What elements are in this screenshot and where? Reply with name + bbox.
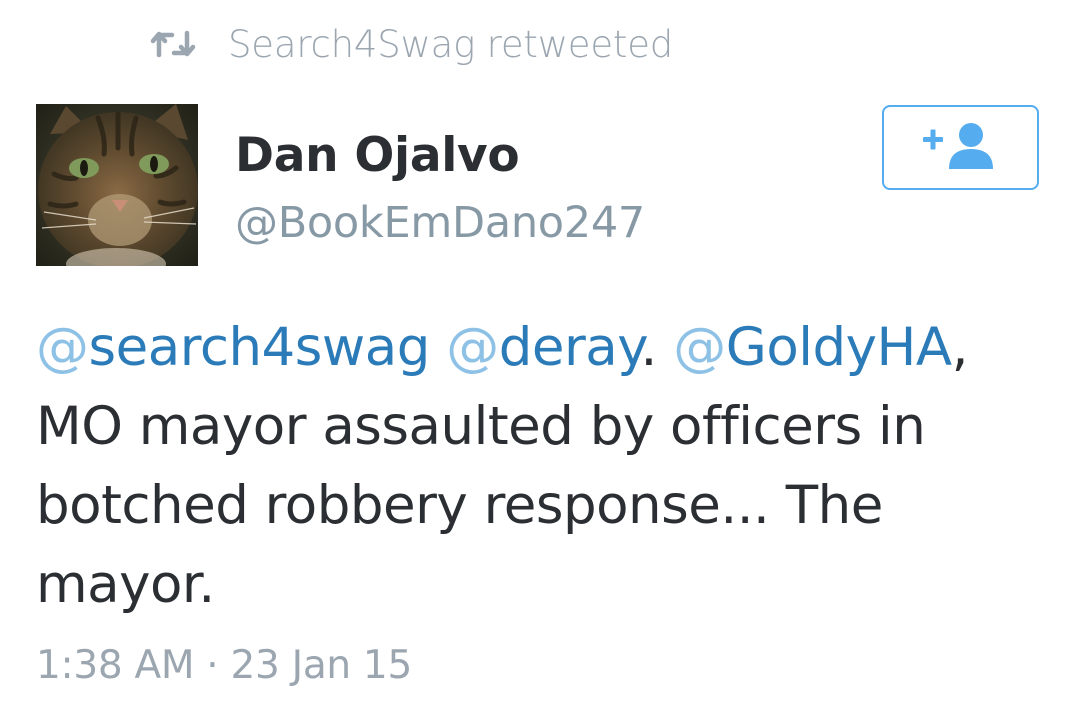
tweet-line: MO mayor assaulted by officers in [36,396,926,457]
follow-button[interactable] [882,105,1039,190]
tweet-line-mentions: @search4swag @deray. @GoldyHA, [36,317,968,378]
tweet-timestamp[interactable]: 1:38 AM · 23 Jan 15 [36,643,412,688]
author-display-name[interactable]: Dan Ojalvo [235,128,520,183]
tweet-line: mayor. [36,554,215,615]
tweet-text: @search4swag @deray. @GoldyHA, MO mayor … [36,308,1066,624]
retweet-icon [150,29,196,59]
author-handle[interactable]: @BookEmDano247 [235,198,645,248]
cat-avatar[interactable] [36,104,198,266]
follow-user-icon [921,121,1001,175]
tweet-line: botched robbery response... The [36,475,883,536]
mention-goldyha[interactable]: @GoldyHA [673,317,952,378]
mention-search4swag[interactable]: @search4swag [36,317,430,378]
retweet-context-text[interactable]: Search4Swag retweeted [228,23,673,66]
mention-deray[interactable]: @deray [446,317,641,378]
retweet-context: Search4Swag retweeted [150,18,673,70]
